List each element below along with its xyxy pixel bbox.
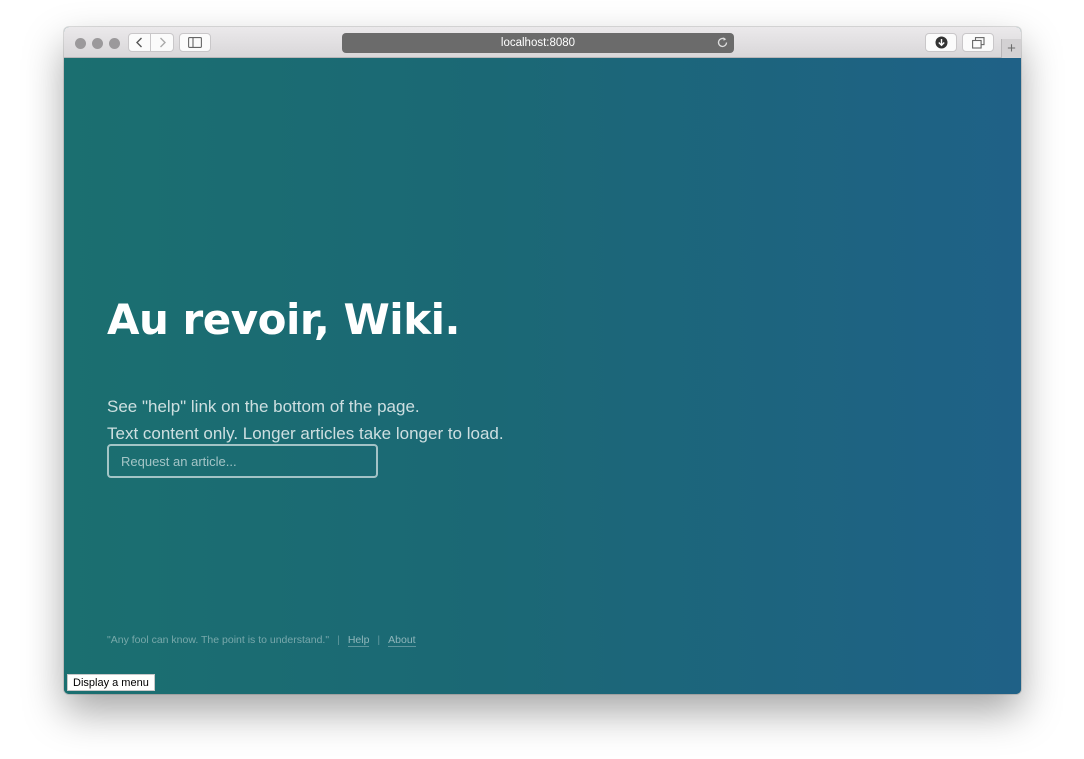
sidebar-icon <box>188 37 202 48</box>
browser-window: localhost:8080 + Au revoir, Wiki. See "h… <box>64 27 1021 694</box>
menu-tooltip: Display a menu <box>67 674 155 691</box>
footer: "Any fool can know. The point is to unde… <box>107 633 416 647</box>
navigation-buttons <box>128 33 174 52</box>
show-tabs-button[interactable] <box>962 33 994 52</box>
new-tab-button[interactable]: + <box>1001 39 1021 58</box>
forward-button[interactable] <box>151 33 174 52</box>
page-title: Au revoir, Wiki. <box>107 295 460 344</box>
tabs-overview-icon <box>971 36 985 49</box>
reload-icon[interactable] <box>716 36 729 49</box>
page-content: Au revoir, Wiki. See "help" link on the … <box>64 58 1021 694</box>
close-window-button[interactable] <box>75 38 86 49</box>
download-icon <box>935 36 947 49</box>
sidebar-toggle-button[interactable] <box>179 33 211 52</box>
address-bar[interactable]: localhost:8080 <box>342 33 734 53</box>
footer-separator: | <box>337 634 340 646</box>
subtitle-line-help: See "help" link on the bottom of the pag… <box>107 397 420 416</box>
minimize-window-button[interactable] <box>92 38 103 49</box>
back-button[interactable] <box>128 33 151 52</box>
zoom-window-button[interactable] <box>109 38 120 49</box>
url-text: localhost:8080 <box>500 37 576 49</box>
browser-toolbar: localhost:8080 + <box>64 27 1021 58</box>
footer-separator: | <box>377 634 381 646</box>
article-search-input[interactable] <box>107 444 378 478</box>
subtitle-line-info: Text content only. Longer articles take … <box>107 424 504 443</box>
chevron-left-icon <box>136 37 142 48</box>
about-link[interactable]: About <box>388 634 416 647</box>
footer-quote: "Any fool can know. The point is to unde… <box>107 634 330 646</box>
chevron-right-icon <box>159 37 166 48</box>
downloads-button[interactable] <box>925 33 957 52</box>
help-link[interactable]: Help <box>347 634 370 647</box>
